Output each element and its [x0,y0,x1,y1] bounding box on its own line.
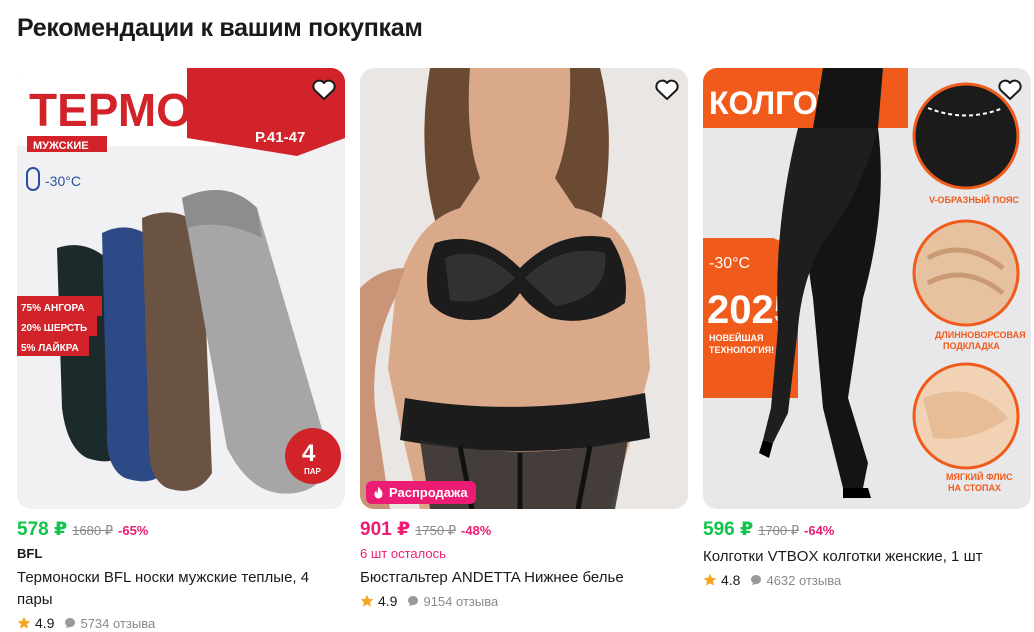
svg-text:V-ОБРАЗНЫЙ ПОЯС: V-ОБРАЗНЫЙ ПОЯС [929,194,1019,205]
stock-left: 6 шт осталось [360,546,446,561]
reviews-count[interactable]: 9154 отзыва [423,594,498,609]
svg-text:ДЛИННОВОРСОВАЯ: ДЛИННОВОРСОВАЯ [935,330,1026,340]
price: 578 ₽ [17,519,68,540]
product-name[interactable]: Колготки VTBOX колготки женские, 1 шт [703,546,1031,568]
svg-text:ПАР: ПАР [304,467,322,476]
svg-text:Р.41-47: Р.41-47 [255,129,305,146]
product-image[interactable]: Распродажа [360,68,688,509]
product-card[interactable]: Распродажа 901 ₽ 1750 ₽ -48% 6 шт остало… [360,68,688,611]
discount: -48% [461,523,492,538]
product-card[interactable]: ТЕРМОНОСКИ МУЖСКИЕ Р.41-47 -30°С 75% АНГ… [17,68,345,632]
rating-row: 4.8 4632 отзыва [703,570,1031,590]
discount: -65% [118,523,149,538]
price-row: 578 ₽ 1680 ₽ -65% [17,518,345,544]
product-name[interactable]: Термоноски BFL носки мужские теплые, 4 п… [17,567,345,611]
product-card[interactable]: КОЛГОТКИ -30°С 2025 НОВЕЙШАЯ ТЕХНОЛОГИЯ!… [703,68,1031,590]
price: 596 ₽ [703,519,754,540]
thermo-socks-image: ТЕРМОНОСКИ МУЖСКИЕ Р.41-47 -30°С 75% АНГ… [17,68,345,509]
favorite-heart-icon[interactable] [997,78,1023,102]
reviews-bubble-icon [65,618,76,628]
star-icon [703,573,717,586]
reviews-bubble-icon [408,596,419,606]
reviews-count[interactable]: 5734 отзыва [80,616,155,631]
favorite-heart-icon[interactable] [654,78,680,102]
sale-badge-label: Распродажа [389,485,468,500]
lingerie-model-image [360,68,688,509]
svg-text:МУЖСКИЕ: МУЖСКИЕ [33,140,89,152]
svg-text:НА СТОПАХ: НА СТОПАХ [948,483,1001,493]
star-icon [17,616,31,629]
sale-badge: Распродажа [366,481,476,504]
favorite-heart-icon[interactable] [311,78,337,102]
price-row: 901 ₽ 1750 ₽ -48% [360,518,688,544]
rating-row: 4.9 5734 отзыва [17,613,345,632]
old-price: 1700 ₽ [758,523,800,538]
svg-text:ПОДКЛАДКА: ПОДКЛАДКА [943,341,1000,351]
section-title: Рекомендации к вашим покупкам [17,14,423,42]
rating-value: 4.9 [35,615,55,631]
svg-text:75% АНГОРА: 75% АНГОРА [21,303,85,314]
svg-text:4: 4 [302,440,316,467]
product-name[interactable]: Бюстгальтер ANDETTA Нижнее белье [360,567,688,589]
rating-value: 4.9 [378,593,398,609]
svg-text:ТЕХНОЛОГИЯ!: ТЕХНОЛОГИЯ! [709,345,774,355]
svg-text:5% ЛАЙКРА: 5% ЛАЙКРА [21,341,79,354]
svg-text:20% ШЕРСТЬ: 20% ШЕРСТЬ [21,323,87,334]
fire-icon [374,486,383,499]
discount: -64% [804,523,835,538]
svg-text:НОВЕЙШАЯ: НОВЕЙШАЯ [709,332,763,343]
old-price: 1680 ₽ [72,523,114,538]
tights-image: КОЛГОТКИ -30°С 2025 НОВЕЙШАЯ ТЕХНОЛОГИЯ!… [703,68,1031,509]
svg-text:-30°С: -30°С [45,173,81,189]
product-image[interactable]: КОЛГОТКИ -30°С 2025 НОВЕЙШАЯ ТЕХНОЛОГИЯ!… [703,68,1031,509]
old-price: 1750 ₽ [415,523,457,538]
product-image[interactable]: ТЕРМОНОСКИ МУЖСКИЕ Р.41-47 -30°С 75% АНГ… [17,68,345,509]
reviews-bubble-icon [751,575,762,585]
star-icon [360,594,374,607]
brand[interactable]: BFL [17,546,345,564]
rating-row: 4.9 9154 отзыва [360,591,688,611]
svg-text:МЯГКИЙ ФЛИС: МЯГКИЙ ФЛИС [946,471,1013,482]
reviews-count[interactable]: 4632 отзыва [766,573,841,588]
price-row: 596 ₽ 1700 ₽ -64% [703,518,1031,544]
price: 901 ₽ [360,519,411,540]
svg-text:-30°С: -30°С [709,255,750,272]
rating-value: 4.8 [721,572,741,588]
